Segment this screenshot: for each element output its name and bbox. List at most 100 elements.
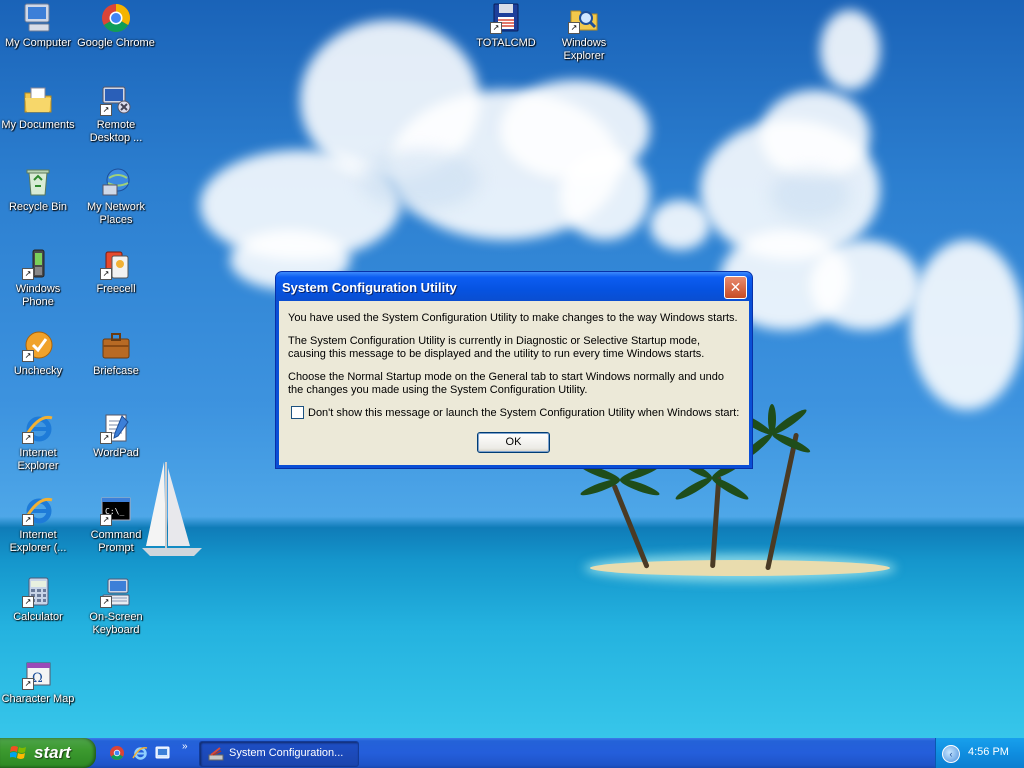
network-places-icon <box>100 166 132 198</box>
dialog-body: You have used the System Configuration U… <box>279 301 749 465</box>
system-configuration-dialog: System Configuration Utility ✕ You have … <box>275 271 753 469</box>
desktop: My Computer Google Chrome My Documents ↗… <box>0 0 1024 738</box>
desktop-icon-remote-desktop[interactable]: ↗ Remote Desktop ... <box>77 84 155 145</box>
close-icon: ✕ <box>729 279 742 295</box>
desktop-icon-wordpad[interactable]: ↗ WordPad <box>77 412 155 460</box>
remote-desktop-icon: ↗ <box>100 84 132 116</box>
desktop-icon-internet-explorer-2[interactable]: ↗ Internet Explorer (... <box>0 494 77 555</box>
desktop-icon-label: Windows Explorer <box>561 37 607 62</box>
close-button[interactable]: ✕ <box>724 276 747 299</box>
desktop-icon-command-prompt[interactable]: C:\_ ↗ Command Prompt <box>77 494 155 555</box>
cards-icon: ↗ <box>100 248 132 280</box>
folder-documents-icon <box>22 84 54 116</box>
palm-frond <box>618 476 661 499</box>
desktop-icon-windows-explorer[interactable]: ↗ Windows Explorer <box>545 2 623 63</box>
desktop-icon-label: My Network Places <box>86 201 146 226</box>
desktop-icon-label: Unchecky <box>13 365 63 377</box>
desktop-icon-label: Command Prompt <box>90 529 142 554</box>
desktop-icon-label: Character Map <box>1 693 75 705</box>
shortcut-arrow-icon: ↗ <box>568 22 580 34</box>
dialog-title: System Configuration Utility <box>282 280 457 295</box>
ie-icon: ↗ <box>22 494 54 526</box>
chrome-icon[interactable] <box>109 745 125 761</box>
shortcut-arrow-icon: ↗ <box>100 596 112 608</box>
palm-trunk <box>710 476 722 569</box>
dont-show-again-label: Don't show this message or launch the Sy… <box>308 406 740 419</box>
ie-icon: ↗ <box>22 412 54 444</box>
desktop-icon-label: Windows Phone <box>15 283 61 308</box>
show-desktop-icon[interactable] <box>155 745 171 761</box>
desktop-icon-on-screen-keyboard[interactable]: ↗ On-Screen Keyboard <box>77 576 155 637</box>
dialog-message-3: Choose the Normal Startup mode on the Ge… <box>288 371 724 396</box>
windows-logo-icon <box>10 746 26 759</box>
show-hidden-icons-button[interactable]: ‹ <box>942 745 960 763</box>
wordpad-icon: ↗ <box>100 412 132 444</box>
dont-show-again-checkbox[interactable] <box>291 406 304 419</box>
start-button[interactable]: start <box>0 738 96 768</box>
wallpaper-cloud <box>760 90 870 180</box>
desktop-icon-label: Calculator <box>13 611 63 623</box>
desktop-icon-label: Remote Desktop ... <box>89 119 143 144</box>
shortcut-arrow-icon: ↗ <box>22 268 34 280</box>
wallpaper-cloud-shade <box>770 170 850 220</box>
shortcut-arrow-icon: ↗ <box>22 678 34 690</box>
desktop-icon-briefcase[interactable]: Briefcase <box>77 330 155 378</box>
desktop-icon-unchecky[interactable]: ↗ Unchecky <box>0 330 77 378</box>
taskbar: start » System Configuration... ‹ 4:56 P… <box>0 738 1024 768</box>
shortcut-arrow-icon: ↗ <box>100 104 112 116</box>
dialog-titlebar[interactable]: System Configuration Utility ✕ <box>276 272 752 301</box>
desktop-icon-label: Google Chrome <box>77 37 155 49</box>
wallpaper-cloud <box>910 240 1024 410</box>
desktop-icon-label: Briefcase <box>93 365 139 377</box>
desktop-icon-recycle-bin[interactable]: Recycle Bin <box>0 166 77 214</box>
desktop-icon-my-network-places[interactable]: My Network Places <box>77 166 155 227</box>
palm-trunk <box>611 483 650 569</box>
shortcut-arrow-icon: ↗ <box>22 596 34 608</box>
palm-trunk <box>765 432 800 571</box>
desktop-icon-windows-phone[interactable]: ↗ Windows Phone <box>0 248 77 309</box>
wallpaper-cloud <box>650 200 710 250</box>
unchecky-icon: ↗ <box>22 330 54 362</box>
wallpaper-cloud <box>560 150 650 240</box>
desktop-icon-google-chrome[interactable]: Google Chrome <box>77 2 155 50</box>
taskbar-button-label: System Configuration... <box>229 747 344 759</box>
desktop-icon-label: My Computer <box>4 37 72 49</box>
floppy-icon: ↗ <box>490 2 522 34</box>
desktop-icon-internet-explorer[interactable]: ↗ Internet Explorer <box>0 412 77 473</box>
recycle-bin-icon <box>22 166 54 198</box>
shortcut-arrow-icon: ↗ <box>100 432 112 444</box>
msconfig-icon <box>208 747 224 761</box>
shortcut-arrow-icon: ↗ <box>22 514 34 526</box>
wallpaper-cloud-shade <box>360 150 480 210</box>
desktop-icon-label: My Documents <box>1 119 75 131</box>
dont-show-again-option[interactable]: Don't show this message or launch the Sy… <box>291 406 739 419</box>
calculator-icon: ↗ <box>22 576 54 608</box>
desktop-icon-label: Internet Explorer <box>17 447 59 472</box>
palm-frond <box>673 474 714 503</box>
desktop-icon-character-map[interactable]: Ω ↗ Character Map <box>0 658 77 706</box>
ok-button[interactable]: OK <box>477 432 550 453</box>
desktop-icon-label: Recycle Bin <box>8 201 68 213</box>
desktop-icon-my-computer[interactable]: My Computer <box>0 2 77 50</box>
character-map-icon: Ω ↗ <box>22 658 54 690</box>
palm-frond <box>768 404 776 434</box>
phone-icon: ↗ <box>22 248 54 280</box>
ie-icon[interactable] <box>132 745 148 761</box>
desktop-icon-totalcmd[interactable]: ↗ TOTALCMD <box>467 2 545 50</box>
dialog-message-1: You have used the System Configuration U… <box>288 312 738 324</box>
desktop-icon-label: TOTALCMD <box>476 37 536 49</box>
explorer-icon: ↗ <box>568 2 600 34</box>
keyboard-icon: ↗ <box>100 576 132 608</box>
shortcut-arrow-icon: ↗ <box>490 22 502 34</box>
desktop-icon-calculator[interactable]: ↗ Calculator <box>0 576 77 624</box>
clock[interactable]: 4:56 PM <box>968 746 1009 758</box>
desktop-icon-my-documents[interactable]: My Documents <box>0 84 77 132</box>
desktop-icon-label: Freecell <box>96 283 136 295</box>
desktop-icon-freecell[interactable]: ↗ Freecell <box>77 248 155 296</box>
quick-launch-overflow-chevron[interactable]: » <box>182 741 188 752</box>
shortcut-arrow-icon: ↗ <box>22 432 34 444</box>
taskbar-button-system-configuration[interactable]: System Configuration... <box>199 741 359 767</box>
computer-icon <box>22 2 54 34</box>
desktop-icon-label: Internet Explorer (... <box>9 529 67 554</box>
island-graphic <box>590 560 890 576</box>
